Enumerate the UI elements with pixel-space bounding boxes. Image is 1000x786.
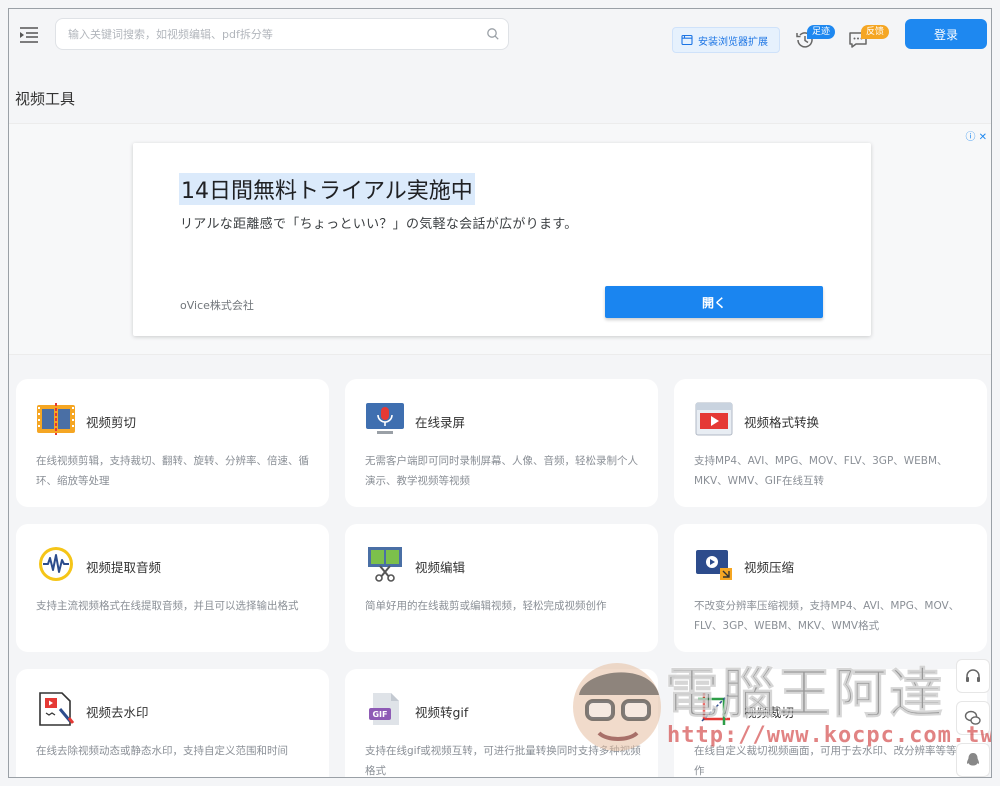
tool-description: 在线自定义裁切视频画面，可用于去水印、改分辨率等等操作: [694, 745, 967, 777]
login-button[interactable]: 登录: [905, 19, 987, 49]
ad-subtext: リアルな距離感で「ちょっといい？」の気軽な会話が広がります。: [180, 217, 578, 232]
tool-card-video-crop[interactable]: 视频裁切 在线自定义裁切视频画面，可用于去水印、改分辨率等等操作: [674, 669, 987, 777]
qq-button[interactable]: [956, 743, 990, 777]
history-badge: 足迹: [807, 25, 836, 39]
headset-icon: [966, 669, 980, 682]
page-title: 视频工具: [15, 90, 76, 108]
tool-card-screen-record[interactable]: 在线录屏 无需客户端即可同时录制屏幕、人像、音频，轻松录制个人演示、教学视频等视…: [345, 379, 658, 507]
search-icon[interactable]: [486, 27, 500, 41]
tool-title: 视频裁切: [744, 705, 795, 720]
search-box: [55, 18, 509, 50]
tool-title: 视频压缩: [744, 560, 795, 575]
crop-icon: [698, 693, 730, 725]
tool-description: 支持主流视频格式在线提取音频，并且可以选择输出格式: [36, 600, 299, 612]
browser-window-icon: [681, 34, 693, 46]
tool-card-format-convert[interactable]: 视频格式转换 支持MP4、AVI、MPG、MOV、FLV、3GP、WEBM、MK…: [674, 379, 987, 507]
tool-title: 视频提取音频: [86, 560, 162, 575]
menu-toggle-icon[interactable]: [17, 23, 41, 47]
video-compress-icon: [696, 550, 732, 580]
ad-open-button[interactable]: 開く: [605, 286, 823, 318]
tool-title: 视频转gif: [415, 705, 469, 720]
tool-title: 在线录屏: [415, 415, 466, 430]
tool-card-video-compress[interactable]: 视频压缩 不改变分辨率压缩视频，支持MP4、AVI、MPG、MOV、FLV、3G…: [674, 524, 987, 652]
tool-card-video-edit[interactable]: 视频编辑 简单好用的在线裁剪或编辑视频，轻松完成视频创作: [345, 524, 658, 652]
browser-frame: 安装浏览器扩展 足迹 反馈 登录 视频工具 ⓘ ✕ 14日間無料トライアル実施中…: [8, 8, 992, 778]
tool-title: 视频去水印: [86, 705, 149, 720]
microphone-screen-icon: [366, 403, 404, 434]
search-input[interactable]: [56, 19, 466, 49]
scissors-film-icon: [368, 547, 402, 582]
install-extension-label: 安装浏览器扩展: [698, 36, 768, 48]
wechat-icon: [964, 710, 981, 725]
tool-card-video-to-gif[interactable]: GIF 视频转gif 支持在线gif或视频互转，可进行批量转换同时支持多种视频格…: [345, 669, 658, 777]
wechat-button[interactable]: [956, 701, 990, 735]
feedback-badge: 反馈: [861, 25, 890, 39]
svg-text:GIF: GIF: [372, 710, 387, 719]
tool-card-extract-audio[interactable]: 视频提取音频 支持主流视频格式在线提取音频，并且可以选择输出格式: [16, 524, 329, 652]
ad-headline: 14日間無料トライアル実施中: [179, 173, 475, 205]
tool-title: 视频剪切: [86, 415, 137, 430]
tool-title: 视频编辑: [415, 560, 466, 575]
customer-service-button[interactable]: [956, 659, 990, 693]
tool-title: 视频格式转换: [744, 415, 820, 430]
audio-wave-icon: [39, 547, 73, 581]
gif-file-icon: GIF: [369, 693, 399, 725]
tool-card-remove-watermark[interactable]: 视频去水印 在线去除视频动态或静态水印，支持自定义范围和时间: [16, 669, 329, 777]
ad-info-icon[interactable]: ⓘ ✕: [965, 128, 987, 143]
tool-description: 支持在线gif或视频互转，可进行批量转换同时支持多种视频格式: [365, 745, 641, 777]
ad-company: oVice株式会社: [180, 299, 254, 312]
qq-penguin-icon: [967, 753, 979, 766]
watermark-remove-icon: [39, 692, 75, 726]
video-convert-icon: [695, 402, 733, 436]
tool-description: 无需客户端即可同时录制屏幕、人像、音频，轻松录制个人演示、教学视频等视频: [365, 455, 638, 487]
tool-description: 在线去除视频动态或静态水印，支持自定义范围和时间: [36, 745, 288, 757]
tool-card-video-cut[interactable]: 视频剪切 在线视频剪辑，支持裁切、翻转、旋转、分辨率、倍速、循环、缩放等处理: [16, 379, 329, 507]
tool-description: 支持MP4、AVI、MPG、MOV、FLV、3GP、WEBM、MKV、WMV、G…: [694, 455, 948, 487]
tool-description: 简单好用的在线裁剪或编辑视频，轻松完成视频创作: [365, 600, 607, 612]
tool-description: 不改变分辨率压缩视频，支持MP4、AVI、MPG、MOV、FLV、3GP、WEB…: [694, 600, 960, 632]
ad-banner: ⓘ ✕ 14日間無料トライアル実施中 リアルな距離感で「ちょっといい？」の気軽な…: [9, 123, 991, 355]
film-cut-icon: [37, 403, 75, 435]
tool-description: 在线视频剪辑，支持裁切、翻转、旋转、分辨率、倍速、循环、缩放等处理: [36, 455, 309, 487]
install-extension-button[interactable]: 安装浏览器扩展: [672, 27, 780, 53]
ad-card[interactable]: 14日間無料トライアル実施中 リアルな距離感で「ちょっといい？」の気軽な会話が広…: [133, 143, 871, 336]
top-header: 安装浏览器扩展 足迹 反馈 登录: [9, 9, 991, 61]
